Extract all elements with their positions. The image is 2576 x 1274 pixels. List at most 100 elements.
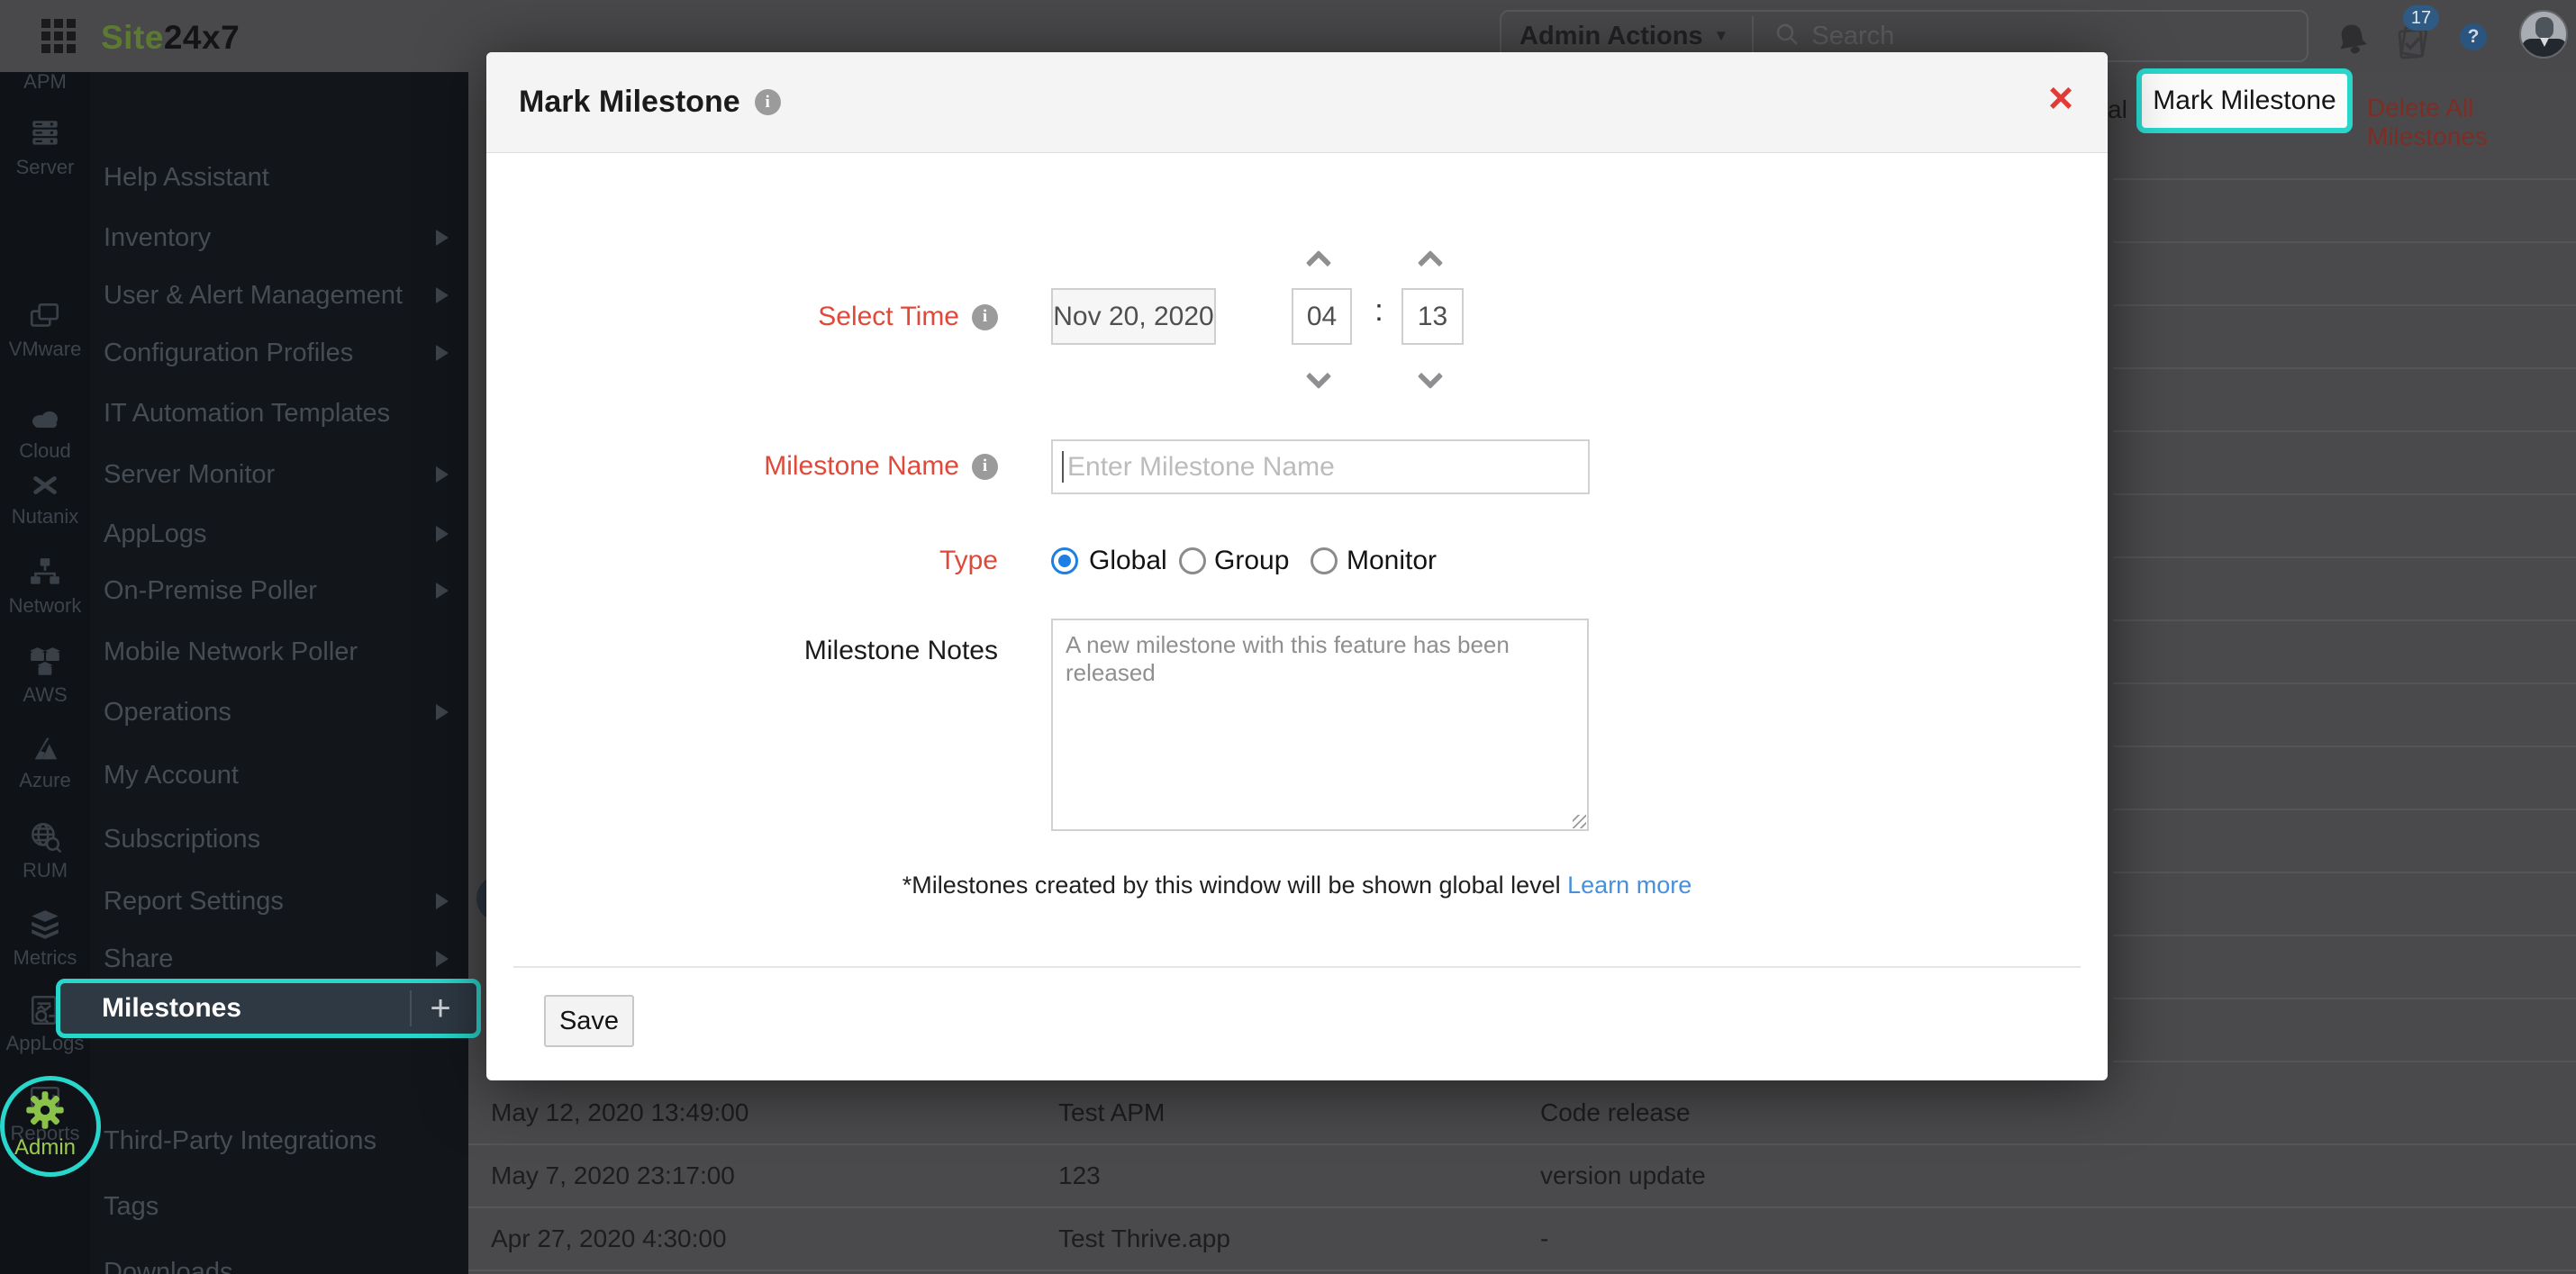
milestones-table: May 12, 2020 13:49:00 Test APM Code rele… <box>468 1080 2576 1274</box>
milestone-name: Test APM <box>1058 1098 1166 1126</box>
milestone-name-input[interactable] <box>1051 439 1590 494</box>
milestone-notes: version update <box>1540 1161 1706 1189</box>
minute-field[interactable]: 13 <box>1401 288 1464 345</box>
sidebar-item-on-premise-poller[interactable]: On-Premise Poller <box>90 562 468 619</box>
admin-highlight-ring <box>0 1076 101 1177</box>
info-icon[interactable]: i <box>972 453 998 480</box>
radio-global-label[interactable]: Global <box>1089 546 1167 576</box>
logo-text-green: Site <box>101 19 164 56</box>
submenu-arrow-icon <box>436 466 449 483</box>
sidebar-item-report-settings[interactable]: Report Settings <box>90 872 468 930</box>
mark-milestone-button[interactable]: Mark Milestone <box>2136 68 2353 133</box>
date-picker-field[interactable]: Nov 20, 2020 <box>1051 288 1216 345</box>
rail-item-label: RUM <box>22 859 68 881</box>
rail-item-label: Network <box>8 594 82 617</box>
chevron-down-icon: ▼ <box>1713 27 1729 44</box>
hour-decrement-icon[interactable] <box>1305 363 1332 390</box>
admin-sidebar: Help Assistant Inventory User & Alert Ma… <box>90 72 468 1274</box>
minute-decrement-icon[interactable] <box>1417 363 1444 390</box>
sidebar-item-configuration-profiles[interactable]: Configuration Profiles <box>90 324 468 382</box>
milestone-time: Apr 27, 2020 4:30:00 <box>491 1224 727 1252</box>
notifications-bell-icon[interactable] <box>2331 17 2374 65</box>
submenu-arrow-icon <box>436 893 449 909</box>
sidebar-item-user-alert-management[interactable]: User & Alert Management <box>90 267 468 324</box>
milestone-time: May 7, 2020 23:17:00 <box>491 1161 735 1189</box>
submenu-arrow-icon <box>436 583 449 599</box>
cloud-icon <box>32 411 58 428</box>
text-caret <box>1062 451 1064 483</box>
user-avatar[interactable] <box>2519 10 2568 59</box>
sidebar-item-server-monitor[interactable]: Server Monitor <box>90 446 468 503</box>
admin-actions-dropdown[interactable]: Admin Actions <box>1519 22 1703 51</box>
rail-item-label: AWS <box>23 683 68 706</box>
radio-group[interactable] <box>1179 547 1206 574</box>
minute-increment-icon[interactable] <box>1417 249 1444 276</box>
sidebar-item-inventory[interactable]: Inventory <box>90 209 468 267</box>
help-icon[interactable]: ? <box>2460 23 2487 50</box>
sidebar-item-tags[interactable]: Tags <box>90 1178 468 1235</box>
rail-item-apm[interactable]: APM <box>0 72 90 94</box>
hour-field[interactable]: 04 <box>1292 288 1352 345</box>
vmware-icon <box>30 303 59 327</box>
table-row[interactable]: May 7, 2020 23:17:00 123 version update <box>468 1145 2576 1208</box>
network-icon <box>31 558 59 584</box>
rail-item-label: APM <box>23 72 67 93</box>
rail-item-server[interactable]: Server <box>0 117 90 179</box>
sidebar-item-mobile-network-poller[interactable]: Mobile Network Poller <box>90 623 468 681</box>
delete-all-milestones-link[interactable]: Delete All Milestones <box>2367 94 2576 151</box>
radio-monitor[interactable] <box>1311 547 1338 574</box>
rail-item-nutanix[interactable]: Nutanix <box>0 470 90 529</box>
milestone-name-label: Milestone Name i <box>486 451 998 482</box>
sidebar-item-applogs[interactable]: AppLogs <box>90 505 468 563</box>
search-input[interactable]: Search <box>1811 22 1894 51</box>
info-icon[interactable]: i <box>972 303 998 330</box>
add-milestone-button[interactable]: + <box>421 984 460 1033</box>
rail-item-label: Server <box>15 156 75 178</box>
site24x7-logo[interactable]: Site24x7 <box>101 19 240 57</box>
notification-count-badge: 17 <box>2403 5 2439 31</box>
milestones-label: Milestones <box>102 993 242 1023</box>
divider <box>1752 16 1755 56</box>
info-icon[interactable]: i <box>754 89 781 115</box>
radio-group-label[interactable]: Group <box>1214 546 1289 576</box>
sidebar-item-milestones-active[interactable]: Milestones + <box>56 979 481 1038</box>
rail-item-metrics[interactable]: Metrics <box>0 908 90 970</box>
rum-globe-icon <box>32 822 62 854</box>
milestone-notes-wrap <box>1051 619 1589 831</box>
rail-item-vmware[interactable]: VMware <box>0 299 90 361</box>
milestone-name: Test Thrive.app <box>1058 1224 1230 1252</box>
sidebar-item-subscriptions[interactable]: Subscriptions <box>90 810 468 868</box>
milestone-notes-textarea[interactable] <box>1051 619 1589 831</box>
hour-increment-icon[interactable] <box>1305 249 1332 276</box>
resize-handle[interactable] <box>1573 815 1586 828</box>
table-row[interactable]: Apr 27, 2020 4:30:00 Test Thrive.app - <box>468 1208 2576 1271</box>
rail-item-cloud[interactable]: Cloud <box>0 402 90 463</box>
sidebar-item-my-account[interactable]: My Account <box>90 746 468 804</box>
mark-milestone-dialog: Mark Milestone i × Select Time i Nov 20,… <box>486 52 2108 1080</box>
rail-item-network[interactable]: Network <box>0 556 90 618</box>
app-grid-icon[interactable] <box>41 19 76 53</box>
submenu-arrow-icon <box>436 951 449 967</box>
logo-text-dark: 24x7 <box>163 19 240 56</box>
table-row[interactable]: May 12, 2020 13:49:00 Test APM Code rele… <box>468 1082 2576 1145</box>
divider <box>513 966 2081 968</box>
radio-global[interactable] <box>1051 547 1078 574</box>
submenu-arrow-icon <box>436 526 449 542</box>
sidebar-item-downloads[interactable]: Downloads <box>90 1243 468 1274</box>
learn-more-link[interactable]: Learn more <box>1567 872 1692 899</box>
submenu-arrow-icon <box>436 230 449 246</box>
sidebar-item-help-assistant[interactable]: Help Assistant <box>90 149 468 206</box>
divider <box>410 990 412 1026</box>
rail-item-azure[interactable]: Azure <box>0 734 90 792</box>
sidebar-item-it-automation-templates[interactable]: IT Automation Templates <box>90 384 468 442</box>
rail-item-aws[interactable]: AWS <box>0 645 90 707</box>
rail-item-label: Metrics <box>13 946 77 969</box>
submenu-arrow-icon <box>436 345 449 361</box>
save-button[interactable]: Save <box>544 995 634 1047</box>
rail-item-rum[interactable]: RUM <box>0 820 90 882</box>
rail-item-label: Azure <box>19 769 71 791</box>
radio-monitor-label[interactable]: Monitor <box>1347 546 1437 576</box>
close-icon[interactable]: × <box>2048 77 2073 121</box>
sidebar-item-operations[interactable]: Operations <box>90 683 468 741</box>
sidebar-item-third-party-integrations[interactable]: Third-Party Integrations <box>90 1112 468 1170</box>
